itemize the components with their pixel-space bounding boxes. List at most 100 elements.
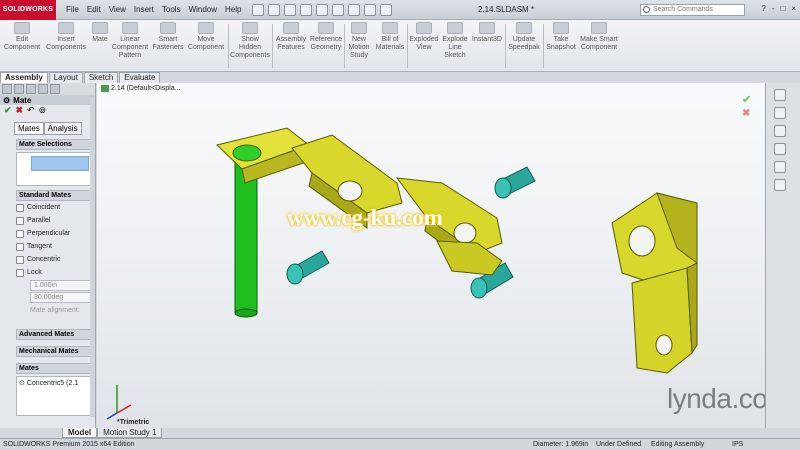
model-canvas[interactable] xyxy=(97,83,765,428)
maximize-button[interactable]: □ xyxy=(780,4,785,13)
file-explorer-icon[interactable] xyxy=(774,125,786,137)
advanced-mates-header[interactable]: Advanced Mates xyxy=(16,329,93,340)
editing-mode: Editing Assembly xyxy=(651,441,705,448)
new-motion-study-button[interactable]: New Motion Study xyxy=(346,22,372,60)
menu-insert[interactable]: Insert xyxy=(130,5,158,14)
teal-cylinder-right-top[interactable] xyxy=(494,166,536,199)
menu-window[interactable]: Window xyxy=(185,5,221,14)
solidworks-resources-icon[interactable] xyxy=(774,89,786,101)
file-properties-icon[interactable] xyxy=(363,3,376,16)
menu-edit[interactable]: Edit xyxy=(83,5,105,14)
open-folder-icon[interactable] xyxy=(267,3,280,16)
tab-evaluate[interactable]: Evaluate xyxy=(119,72,161,83)
cancel-x-icon[interactable]: ✖ xyxy=(16,105,24,116)
distance-field[interactable]: 1.000in xyxy=(30,280,93,291)
assembly-features-icon xyxy=(283,22,299,34)
feature-tree-icon[interactable] xyxy=(2,84,12,94)
property-manager-pane: ⚙ Mate ✔ ✖ ↶ ⊚ Mates Analysis Mate Selec… xyxy=(0,83,96,428)
mate-coincident[interactable]: Coincident xyxy=(16,201,95,214)
undo-icon[interactable]: ↶ xyxy=(27,105,35,116)
lock-icon xyxy=(16,268,24,277)
smart-fasteners-button[interactable]: Smart Fasteners xyxy=(150,22,186,52)
mate-concentric[interactable]: Concentric xyxy=(16,253,95,266)
search-commands-input[interactable]: Search Commands xyxy=(640,4,745,16)
reference-geometry-button[interactable]: Reference Geometry xyxy=(308,22,344,52)
menu-view[interactable]: View xyxy=(105,5,130,14)
confirm-corner-cancel-icon[interactable]: ✖ xyxy=(742,108,750,119)
configuration-manager-icon[interactable] xyxy=(26,84,36,94)
toolbar-separator xyxy=(272,24,273,68)
custom-properties-icon[interactable] xyxy=(774,179,786,191)
bottom-tabs: Model Motion Study 1 xyxy=(62,428,163,438)
yellow-bracket[interactable] xyxy=(611,192,698,374)
task-pane xyxy=(765,83,800,428)
mate-lock[interactable]: Lock xyxy=(16,266,95,279)
instant3d-button[interactable]: Instant3D xyxy=(470,22,504,44)
dimxpert-icon[interactable] xyxy=(38,84,48,94)
smart-fasteners-icon xyxy=(160,22,176,34)
select-icon[interactable] xyxy=(331,3,344,16)
selection-field[interactable] xyxy=(31,156,89,171)
mate-actions: ✔ ✖ ↶ ⊚ xyxy=(0,105,95,116)
print-icon[interactable] xyxy=(299,3,312,16)
yellow-linkage[interactable] xyxy=(215,127,503,276)
insert-components-button[interactable]: Insert Components xyxy=(44,22,88,52)
save-icon[interactable] xyxy=(283,3,296,16)
exploded-view-button[interactable]: Exploded View xyxy=(408,22,440,52)
mate-parallel[interactable]: Parallel xyxy=(16,214,95,227)
tab-analysis[interactable]: Analysis xyxy=(43,122,82,135)
view-orientation-label: *Trimetric xyxy=(117,419,150,426)
graphics-viewport[interactable]: 2.14 (Default<Displa... www.cg-ku.com *T… xyxy=(97,83,765,428)
mate-selections-box[interactable] xyxy=(16,152,93,186)
tab-model[interactable]: Model xyxy=(62,428,98,438)
standard-mates-header[interactable]: Standard Mates xyxy=(16,190,93,201)
minimize-button[interactable]: - xyxy=(772,4,775,13)
help-button[interactable]: ? xyxy=(761,4,765,13)
appearances-icon[interactable] xyxy=(774,161,786,173)
mate-tangent[interactable]: Tangent xyxy=(16,240,95,253)
coordinate-triad xyxy=(106,385,132,420)
new-document-icon[interactable] xyxy=(251,3,264,16)
angle-field[interactable]: 30.00deg xyxy=(30,292,93,303)
options-gear-icon[interactable] xyxy=(379,3,392,16)
edit-component-button[interactable]: Edit Component xyxy=(2,22,42,52)
units-selector[interactable]: IPS xyxy=(732,441,743,448)
pane-scrollbar[interactable] xyxy=(90,97,95,417)
show-hidden-button[interactable]: Show Hidden Components xyxy=(230,22,270,60)
list-item[interactable]: ⊙ Concentric5 (2.1 xyxy=(19,379,90,387)
linear-pattern-button[interactable]: Linear Component Pattern xyxy=(108,22,152,60)
mate-perpendicular[interactable]: Perpendicular xyxy=(16,227,95,240)
menu-tools[interactable]: Tools xyxy=(158,5,185,14)
tab-assembly[interactable]: Assembly xyxy=(0,72,48,83)
bill-of-materials-button[interactable]: Bill of Materials xyxy=(374,22,406,52)
rebuild-icon[interactable] xyxy=(347,3,360,16)
ok-check-icon[interactable]: ✔ xyxy=(4,105,12,116)
pin-icon[interactable]: ⊚ xyxy=(39,105,47,116)
menu-file[interactable]: File xyxy=(62,5,83,14)
update-speedpak-button[interactable]: Update Speedpak xyxy=(506,22,542,52)
tab-sketch[interactable]: Sketch xyxy=(83,72,119,83)
confirm-corner-ok-icon[interactable]: ✔ xyxy=(742,93,751,106)
tab-layout[interactable]: Layout xyxy=(48,72,83,83)
mechanical-mates-header[interactable]: Mechanical Mates xyxy=(16,346,93,357)
teal-cylinder-left[interactable] xyxy=(286,250,330,285)
mates-header[interactable]: Mates xyxy=(16,363,93,374)
mate-selections-header[interactable]: Mate Selections xyxy=(16,139,93,150)
tab-mates[interactable]: Mates xyxy=(14,122,44,135)
close-button[interactable]: × xyxy=(791,4,796,13)
take-snapshot-button[interactable]: Take Snapshot xyxy=(544,22,578,52)
solidworks-logo: SOLIDWORKS xyxy=(0,0,56,20)
view-palette-icon[interactable] xyxy=(774,143,786,155)
design-library-icon[interactable] xyxy=(774,107,786,119)
property-manager-icon[interactable] xyxy=(14,84,24,94)
undo-icon[interactable] xyxy=(315,3,328,16)
move-component-button[interactable]: Move Component xyxy=(186,22,226,52)
assembly-features-button[interactable]: Assembly Features xyxy=(274,22,308,52)
parallel-icon xyxy=(16,216,24,225)
mates-list[interactable]: ⊙ Concentric5 (2.1 xyxy=(16,376,93,416)
tab-motion-study[interactable]: Motion Study 1 xyxy=(97,428,163,438)
menu-help[interactable]: Help xyxy=(221,5,245,14)
display-manager-icon[interactable] xyxy=(50,84,60,94)
explode-line-sketch-button[interactable]: Explode Line Sketch xyxy=(440,22,470,60)
make-smart-component-button[interactable]: Make Smart Component xyxy=(576,22,622,52)
